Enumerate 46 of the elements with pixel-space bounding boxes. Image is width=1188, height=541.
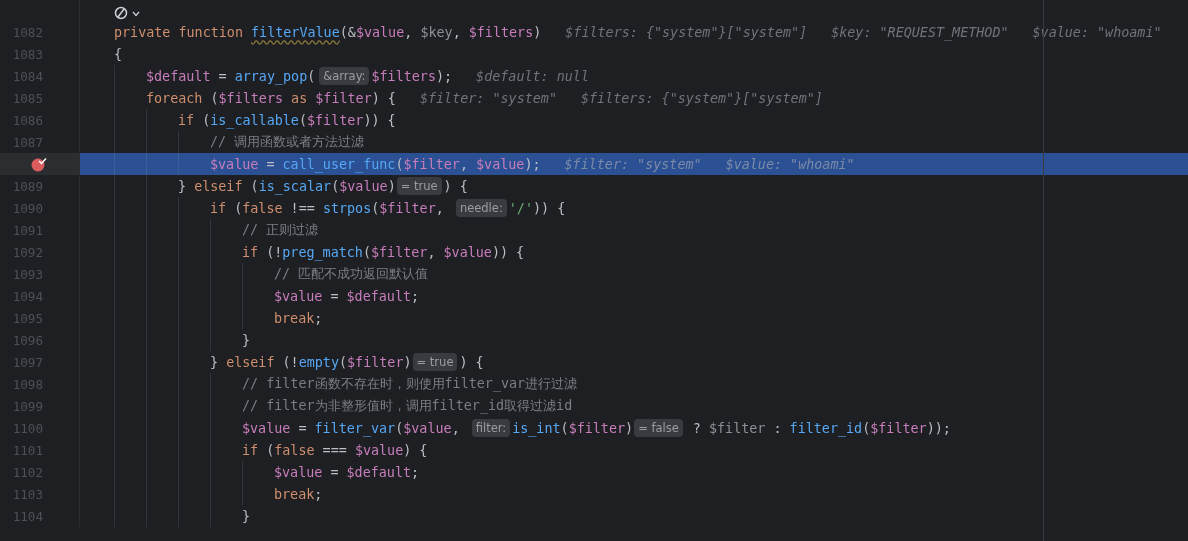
parameter-hint: filter: [471,419,511,437]
parameter-hint: needle: [455,199,507,217]
debug-value: $key: "REQUEST_METHOD" [831,24,1009,40]
code-text: if (false !== strpos($filter, [210,200,445,216]
circle-icon[interactable] [114,6,128,20]
code-text: foreach ($filters as $filter) { [146,90,396,106]
result-hint: = false [634,419,683,437]
code-text: ? $filter : filter_id($filter)); [691,420,951,436]
code-text: if (false === $value) { [242,442,428,458]
code-text: $value = filter_var($value, [242,420,461,436]
result-hint: = true [412,353,458,371]
debug-value: $filters: {"system"}["system"] [581,90,823,106]
code-text: } elseif (!empty($filter) [210,354,412,370]
debug-value: $default: null [476,68,589,84]
breakpoint-icon[interactable] [30,156,48,172]
code-comment: // filter为非整形值时，调用filter_id取得过滤id [242,397,573,415]
debug-value: $filters: {"system"}["system"] [565,24,808,40]
code-comment: // 匹配不成功返回默认值 [274,265,429,283]
code-text: '/')) { [508,200,566,216]
code-text: break; [274,486,323,502]
code-text: $value = call_user_func($filter, $value); [210,156,541,172]
code-text: } [242,508,251,524]
debug-value: $value: "whoami" [1032,24,1162,40]
debug-value: $filter: "system" [419,90,557,106]
code-text: $value = $default; [274,464,420,480]
code-comment: // 调用函数或者方法过滤 [210,133,365,151]
debug-value: $value: "whoami" [725,156,855,172]
code-text: { [114,46,123,62]
code-text: if (!preg_match($filter, $value)) { [242,244,525,260]
code-text: ) { [459,354,484,370]
chevron-down-icon[interactable] [132,11,140,17]
parameter-hint: &array: [319,67,370,85]
code-text: } elseif (is_scalar($value) [178,178,396,194]
code-text: } [242,332,251,348]
code-text: is_int($filter) [512,420,634,436]
code-text: $default = array_pop( [146,68,316,84]
code-text: private function filterValue(&$value, $key, $filters) [114,24,542,40]
code-text: ) { [443,178,468,194]
code-comment: // 正则过滤 [242,221,319,239]
code-text: $value = $default; [274,288,420,304]
code-text: $filters); [371,68,453,84]
debug-value: $filter: "system" [564,156,702,172]
code-comment: // filter函数不存在时，则使用filter_var进行过滤 [242,375,578,393]
code-text: break; [274,310,323,326]
result-hint: = true [396,177,442,195]
code-text: if (is_callable($filter)) { [178,112,396,128]
